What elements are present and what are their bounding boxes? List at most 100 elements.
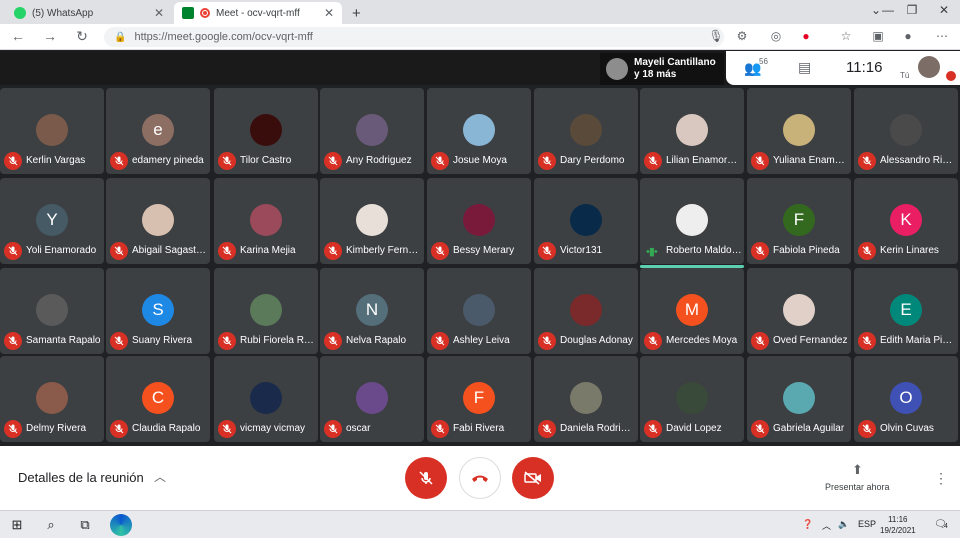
presenter-chip[interactable]: Mayeli Cantillano y 18 más — [600, 53, 724, 85]
participant-tile[interactable]: Alessandro Rivera — [854, 88, 958, 174]
close-icon[interactable]: ✕ — [324, 6, 334, 20]
chat-icon[interactable]: ▤ — [798, 59, 811, 76]
more-options-icon[interactable]: ⋮ — [934, 470, 948, 487]
back-icon[interactable]: ← — [8, 28, 28, 44]
participant-tile[interactable]: F Fabi Rivera — [427, 356, 531, 442]
reload-icon[interactable]: ↻ — [72, 28, 92, 45]
camera-permission-icon[interactable]: ⚙ — [734, 29, 750, 43]
participant-tile[interactable]: S Suany Rivera — [106, 268, 210, 354]
present-now-button[interactable]: Presentar ahora — [825, 482, 890, 492]
tab-whatsapp[interactable]: (5) WhatsApp ✕ — [6, 2, 172, 24]
microphone-icon[interactable]: 🎙 — [708, 29, 724, 43]
participant-tile[interactable]: Kerlin Vargas — [0, 88, 104, 174]
participant-tile[interactable]: Josue Moya — [427, 88, 531, 174]
participant-tile[interactable]: Karina Mejia — [214, 178, 318, 264]
participant-tile[interactable]: F Fabiola Pineda — [747, 178, 851, 264]
participant-tile[interactable]: Douglas Adonay — [534, 268, 638, 354]
participant-tile[interactable]: Y Yoli Enamorado — [0, 178, 104, 264]
restore-icon[interactable]: ❐ — [900, 3, 924, 17]
participant-name: Nelva Rapalo — [346, 335, 407, 346]
muted-microphone-icon — [538, 152, 556, 170]
present-screen-icon[interactable]: ⬆ — [852, 462, 863, 478]
participant-name: Josue Moya — [453, 155, 507, 166]
participant-tile[interactable]: oscar — [320, 356, 424, 442]
participant-tile[interactable]: Abigail Sagastume — [106, 178, 210, 264]
participant-tile[interactable]: Daniela Rodriguez — [534, 356, 638, 442]
favorites-icon[interactable]: ☆ — [838, 29, 854, 43]
participant-tile[interactable]: Kimberly Fernandez — [320, 178, 424, 264]
participant-tile[interactable]: Samanta Rapalo — [0, 268, 104, 354]
participant-tile[interactable]: Tilor Castro — [214, 88, 318, 174]
participant-name: David Lopez — [666, 423, 722, 434]
participant-name: Kimberly Fernandez — [346, 245, 422, 256]
forward-icon[interactable]: → — [40, 28, 60, 44]
language-indicator[interactable]: ESP — [858, 519, 876, 529]
self-avatar[interactable] — [918, 56, 940, 78]
search-icon[interactable]: ⌕ — [40, 517, 62, 533]
camera-toggle-button[interactable] — [512, 457, 554, 499]
participant-tile[interactable]: Gabriela Aguilar — [747, 356, 851, 442]
muted-microphone-icon — [4, 420, 22, 438]
participant-avatar — [676, 382, 708, 414]
minimize-icon[interactable]: — — [876, 3, 900, 17]
participant-name: Kerlin Vargas — [26, 155, 86, 166]
participant-avatar — [250, 114, 282, 146]
microphone-toggle-button[interactable] — [405, 457, 447, 499]
participant-avatar — [463, 294, 495, 326]
participant-tile[interactable]: e edamery pineda — [106, 88, 210, 174]
participant-tile[interactable]: Rubi Fiorela Rapalo — [214, 268, 318, 354]
profile-icon[interactable]: ● — [900, 29, 916, 43]
participant-tile[interactable]: Victor131 — [534, 178, 638, 264]
participant-tile[interactable]: Any Rodriguez — [320, 88, 424, 174]
windows-start-icon[interactable]: ⊞ — [6, 517, 28, 533]
participant-tile[interactable]: David Lopez — [640, 356, 744, 442]
menu-icon[interactable]: ⋯ — [934, 29, 950, 43]
participant-avatar — [356, 204, 388, 236]
participant-tile[interactable]: N Nelva Rapalo — [320, 268, 424, 354]
participant-tile[interactable]: vicmay vicmay — [214, 356, 318, 442]
url-field[interactable]: 🔒 https://meet.google.com/ocv-vqrt-mff — [104, 27, 724, 47]
participant-name: Oved Fernandez — [773, 335, 848, 346]
extension-icon[interactable]: ◎ — [768, 29, 784, 43]
participant-tile[interactable]: M Mercedes Moya — [640, 268, 744, 354]
participant-avatar: O — [890, 382, 922, 414]
new-tab-button[interactable]: + — [344, 2, 366, 24]
muted-microphone-icon — [431, 332, 449, 350]
chevron-up-icon[interactable]: ︿ — [154, 468, 166, 485]
tab-meet[interactable]: Meet - ocv-vqrt-mff ✕ — [174, 2, 342, 24]
participant-tile[interactable]: E Edith Maria Pineda — [854, 268, 958, 354]
participant-tile[interactable]: •▮• Roberto Maldonado — [640, 178, 744, 268]
muted-microphone-icon — [431, 420, 449, 438]
participant-tile[interactable]: K Kerin Linares — [854, 178, 958, 264]
participant-tile[interactable]: Yuliana Enamorado — [747, 88, 851, 174]
task-view-icon[interactable]: ⧉ — [74, 517, 96, 533]
participant-tile[interactable]: Ashley Leiva — [427, 268, 531, 354]
participant-name: Tilor Castro — [240, 155, 292, 166]
end-call-button[interactable] — [459, 457, 501, 499]
edge-browser-icon[interactable] — [110, 514, 132, 536]
participant-tile[interactable]: Delmy Rivera — [0, 356, 104, 442]
muted-microphone-icon — [324, 152, 342, 170]
participant-tile[interactable]: Bessy Merary — [427, 178, 531, 264]
participant-tile[interactable]: O Olvin Cuvas — [854, 356, 958, 442]
collections-icon[interactable]: ▣ — [870, 29, 886, 43]
participant-avatar — [356, 382, 388, 414]
meeting-details-button[interactable]: Detalles de la reunión — [18, 470, 144, 485]
volume-icon[interactable]: 🔈 — [838, 519, 849, 530]
camera-off-icon — [524, 471, 541, 485]
participant-avatar: C — [142, 382, 174, 414]
participant-tile[interactable]: Dary Perdomo — [534, 88, 638, 174]
taskbar-clock[interactable]: 11:16 19/2/2021 — [880, 514, 916, 536]
help-icon[interactable]: ❓ — [802, 519, 813, 530]
muted-microphone-icon — [538, 420, 556, 438]
muted-microphone-icon — [431, 152, 449, 170]
participant-avatar — [676, 204, 708, 236]
participant-tile[interactable]: Lilian Enamorado — [640, 88, 744, 174]
chevron-up-icon[interactable]: ︿ — [822, 519, 831, 532]
participant-tile[interactable]: C Claudia Rapalo — [106, 356, 210, 442]
window-close-icon[interactable]: ✕ — [932, 3, 956, 17]
pinterest-icon[interactable]: ● — [798, 29, 814, 43]
participant-tile[interactable]: Oved Fernandez — [747, 268, 851, 354]
participant-avatar — [783, 114, 815, 146]
close-icon[interactable]: ✕ — [154, 6, 164, 20]
